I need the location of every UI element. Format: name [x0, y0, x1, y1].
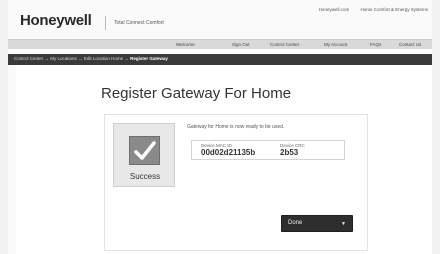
breadcrumb-my-locations[interactable]: My Locations — [50, 56, 77, 61]
breadcrumb-separator: → — [44, 56, 50, 61]
breadcrumb: Control Center → My Locations → Edit Loc… — [14, 56, 168, 61]
breadcrumb-bar: Control Center → My Locations → Edit Loc… — [8, 54, 432, 65]
page: Honeywell.com Home Comfort & Energy Syst… — [8, 0, 432, 254]
breadcrumb-current: Register Gateway — [130, 56, 168, 61]
caret-down-icon: ▼ — [341, 221, 346, 227]
gateway-status-card: Success Gateway for Home is now ready to… — [104, 114, 368, 251]
checkmark-icon — [129, 136, 160, 165]
device-mac-value: 00d02d21135b — [201, 148, 256, 157]
top-links: Honeywell.com Home Comfort & Energy Syst… — [309, 7, 428, 12]
logo-divider — [105, 16, 106, 30]
nav-item-welcome: Welcome — [176, 42, 195, 47]
device-info-box: Device MAC ID 00d02d21135b Device CRC 2b… — [191, 140, 345, 160]
breadcrumb-separator: → — [78, 56, 83, 61]
nav-item-contact-us[interactable]: Contact Us — [399, 42, 421, 47]
top-link-honeywell[interactable]: Honeywell.com — [319, 7, 350, 12]
main-nav: Welcome Sign Out Control Center My Accou… — [8, 39, 432, 49]
nav-item-faqs[interactable]: FAQs — [370, 42, 381, 47]
breadcrumb-edit-location[interactable]: Edit Location Home — [84, 56, 123, 61]
top-link-home-comfort[interactable]: Home Comfort & Energy Systems — [360, 7, 428, 12]
breadcrumb-control-center[interactable]: Control Center — [14, 56, 43, 61]
breadcrumb-separator: → — [124, 56, 129, 61]
nav-item-my-account[interactable]: My Account — [324, 42, 347, 47]
done-button[interactable]: Done ▼ — [281, 215, 353, 232]
device-crc-value: 2b53 — [280, 148, 299, 157]
honeywell-logo[interactable]: Honeywell — [20, 12, 92, 29]
done-button-label: Done — [288, 220, 303, 226]
nav-item-sign-out[interactable]: Sign Out — [232, 42, 250, 47]
success-label: Success — [129, 172, 161, 181]
main-content: Register Gateway For Home Success Gatewa… — [16, 65, 432, 254]
app-tagline: Total Connect Comfort — [114, 20, 164, 26]
nav-item-control-center[interactable]: Control Center — [270, 42, 299, 47]
success-status-box: Success — [113, 123, 175, 187]
page-title: Register Gateway For Home — [101, 85, 292, 102]
ready-message: Gateway for Home is now ready to be used… — [187, 124, 285, 130]
